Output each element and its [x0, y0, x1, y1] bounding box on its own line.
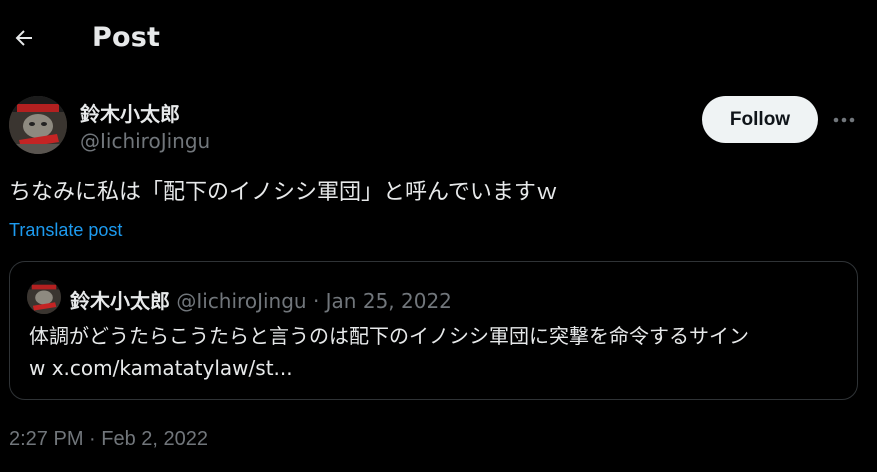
avatar-image [9, 96, 67, 154]
quote-handle: @IichiroJingu [176, 289, 307, 313]
translate-post-link[interactable]: Translate post [9, 220, 122, 241]
post-timestamp[interactable]: 2:27 PM · Feb 2, 2022 [9, 428, 208, 451]
header: Post [0, 0, 877, 78]
more-button[interactable] [829, 106, 859, 134]
avatar[interactable] [9, 96, 67, 154]
quote-text-line-1: 体調がどうたらこうたらと言うのは配下のイノシシ軍団に突撃を命令するサイン [29, 324, 749, 348]
quote-avatar [27, 280, 61, 314]
quote-text: 体調がどうたらこうたらと言うのは配下のイノシシ軍団に突撃を命令するサイン w x… [29, 320, 849, 384]
quote-display-name: 鈴木小太郎 [70, 289, 170, 313]
display-name[interactable]: 鈴木小太郎 [80, 98, 180, 127]
user-handle[interactable]: @IichiroJingu [80, 129, 210, 153]
arrow-left-icon [15, 30, 32, 46]
more-horizontal-icon [833, 117, 855, 123]
quote-meta: 鈴木小太郎 @IichiroJingu · Jan 25, 2022 [70, 285, 452, 314]
tweet-text: ちなみに私は「配下のイノシシ軍団」と呼んでいますｗ [9, 180, 558, 205]
quote-separator: · [312, 289, 320, 313]
quoted-post-card[interactable]: 鈴木小太郎 @IichiroJingu · Jan 25, 2022 体調がどう… [9, 261, 858, 400]
quote-date: Jan 25, 2022 [325, 289, 452, 313]
follow-button[interactable]: Follow [702, 96, 818, 143]
quote-avatar-image [27, 280, 61, 314]
back-button[interactable] [6, 20, 42, 56]
quote-text-line-2: w x.com/kamatatylaw/st... [29, 356, 293, 380]
post-page: Post 鈴木小太郎 @IichiroJingu Follow ちなみに私は「配… [0, 0, 877, 472]
author-row: 鈴木小太郎 @IichiroJingu Follow [9, 96, 869, 160]
page-title: Post [92, 22, 161, 53]
